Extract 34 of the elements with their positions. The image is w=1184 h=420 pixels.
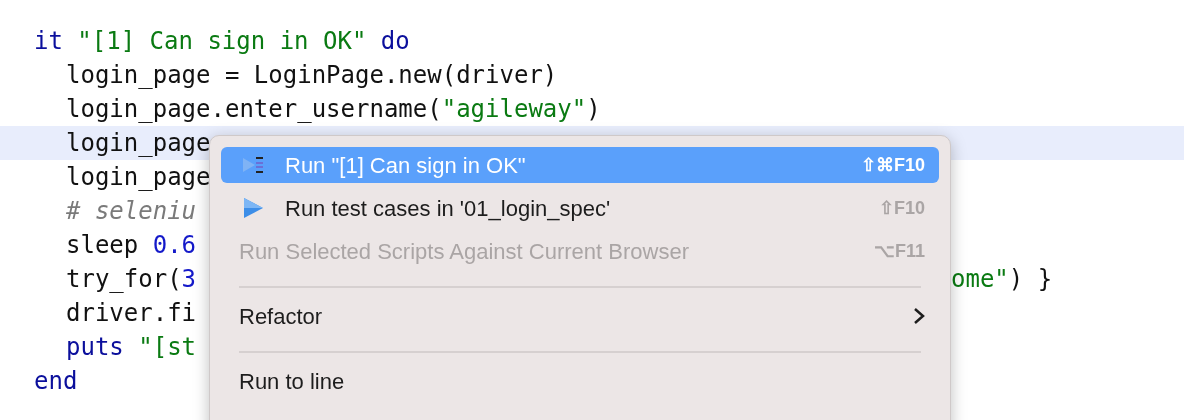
code-token: try_for( (66, 264, 182, 295)
chevron-right-icon (913, 307, 925, 325)
code-token: end (34, 366, 78, 397)
menu-item-label: Refactor (239, 302, 323, 331)
code-token: 3 (181, 264, 197, 295)
code-token: # seleniu (66, 196, 197, 227)
shortcut-label: ⇧F10 (878, 196, 925, 220)
code-token: login_page = LoginPage.new(driver) (66, 60, 558, 91)
menu-item[interactable]: Run to line (221, 363, 939, 399)
menu-item[interactable]: Refactor (221, 298, 939, 334)
code-token: puts (66, 332, 125, 363)
code-token: 0.6 (152, 230, 197, 261)
shortcut-label: ⇧⌘F10 (860, 153, 925, 177)
code-token: it (34, 26, 64, 57)
code-token: login_page (66, 162, 211, 193)
menu-item[interactable]: Run test cases in '01_login_spec' ⇧F10 (221, 190, 939, 226)
code-token: sleep (66, 230, 140, 261)
code-token: ) (586, 94, 601, 125)
code-token: driver.fi (66, 298, 197, 329)
code-token: "[st (138, 332, 197, 363)
menu-item-label: Run test cases in '01_login_spec' (285, 194, 611, 223)
code-token: login_page.enter_username( (66, 94, 442, 125)
run-icon (241, 155, 265, 175)
play-icon (241, 197, 265, 219)
code-token: do (379, 26, 410, 57)
shortcut-label: ⌥F11 (873, 239, 925, 263)
menu-item-label: Run "[1] Can sign in OK" (285, 151, 526, 180)
code-token: ome" (951, 264, 1009, 295)
code-token: login_page (66, 128, 211, 159)
code-token: ) } (1008, 264, 1053, 295)
menu-item-label: Run to line (239, 367, 345, 396)
menu-item-label: Run Selected Scripts Against Current Browser (239, 237, 689, 266)
code-token: "[1] Can sign in OK" (77, 26, 367, 57)
code-token: "agileway" (441, 94, 587, 125)
